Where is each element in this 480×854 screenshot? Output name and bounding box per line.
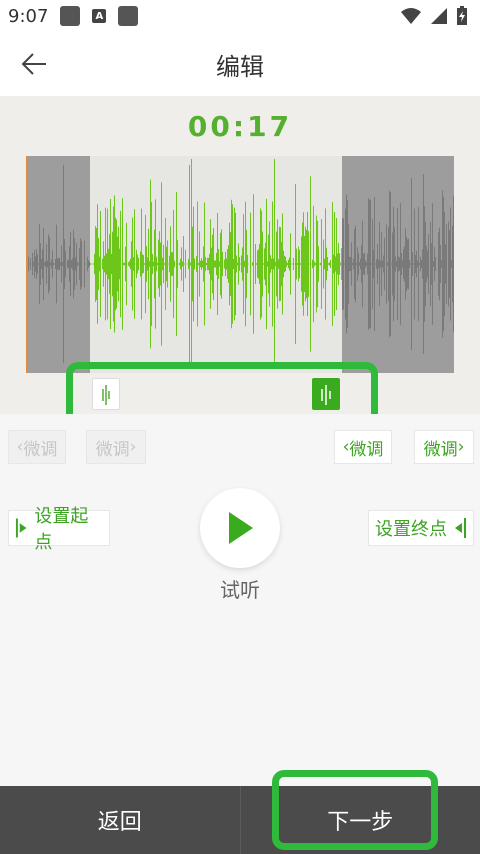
end-tweak-right-label: 微调 (423, 439, 458, 460)
back-arrow-button[interactable] (16, 46, 52, 82)
return-button[interactable]: 返回 (0, 786, 240, 854)
notification-icon-2 (118, 6, 139, 26)
end-tweak-left-button[interactable]: ‹ 微调 (334, 430, 392, 464)
end-tweak-right-button[interactable]: 微调 › (414, 430, 474, 464)
waveform-view[interactable] (25, 156, 454, 373)
start-tweak-right-label: 微调 (95, 439, 130, 460)
status-time: 9:07 (8, 5, 49, 27)
start-tweak-left-button[interactable]: ‹ 微调 (8, 430, 66, 464)
play-icon (229, 512, 253, 544)
wifi-icon (401, 8, 421, 24)
next-highlight-frame (272, 770, 438, 850)
chevron-left-icon: ‹ (16, 437, 24, 457)
status-bar: 9:07 A (0, 0, 480, 32)
app-a-icon: A (92, 9, 107, 23)
set-end-label: 设置终点 (375, 519, 447, 540)
chevron-right-icon: › (129, 437, 137, 457)
set-start-label: 设置起点 (34, 506, 89, 553)
start-tweak-right-button[interactable]: 微调 › (86, 430, 146, 464)
back-arrow-icon (21, 53, 46, 75)
set-end-button[interactable]: 设置终点 (368, 510, 474, 546)
battery-icon (457, 6, 467, 25)
start-tweak-left-label: 微调 (23, 439, 58, 460)
signal-icon (431, 8, 447, 24)
page-title: 编辑 (216, 52, 264, 81)
app-a-label: A (95, 10, 104, 22)
app-bar: 编辑 (0, 32, 480, 96)
listen-label: 试听 (220, 578, 260, 602)
set-start-icon (15, 518, 27, 538)
time-display: 00:17 (187, 110, 293, 143)
set-end-icon (455, 518, 466, 538)
notification-icon (60, 6, 81, 26)
end-tweak-left-label: 微调 (349, 439, 384, 460)
chevron-right-icon: › (457, 437, 465, 457)
controls-panel: ‹ 微调 微调 › ‹ 微调 微调 › 设置起点 设置终点 试听 (0, 414, 480, 786)
chevron-left-icon: ‹ (342, 437, 350, 457)
set-start-button[interactable]: 设置起点 (8, 506, 110, 553)
play-button[interactable] (200, 488, 280, 568)
waveform-svg (25, 156, 454, 373)
